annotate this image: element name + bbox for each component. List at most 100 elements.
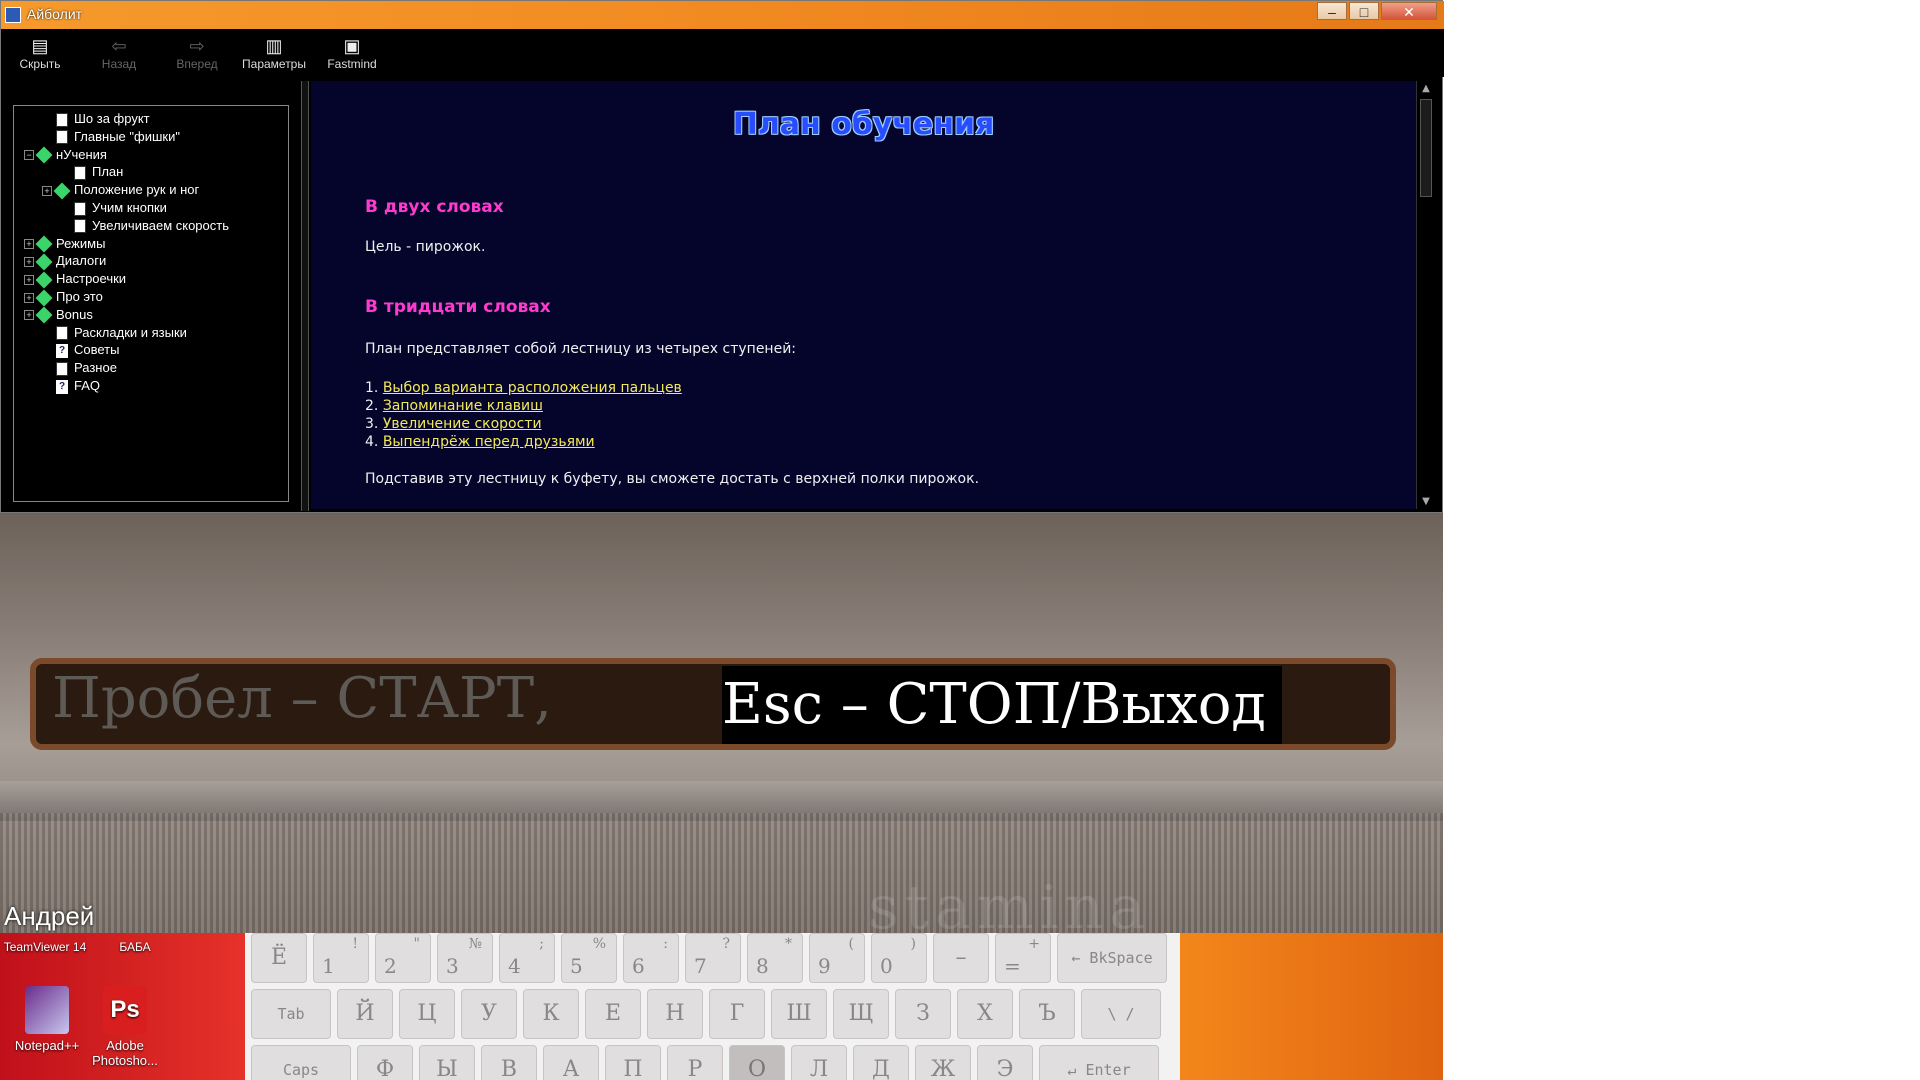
tree-item[interactable]: + Режимы (24, 235, 105, 253)
tree-item[interactable]: ? Советы (42, 341, 119, 359)
key[interactable]: Ъ (1019, 989, 1075, 1039)
step-link[interactable]: Запоминание клавиш (383, 398, 543, 414)
key[interactable]: 2 " (375, 933, 431, 983)
key[interactable]: Л (791, 1045, 847, 1080)
key[interactable]: Ж (915, 1045, 971, 1080)
key[interactable]: Н (647, 989, 703, 1039)
key[interactable]: ↵ Enter (1039, 1045, 1159, 1080)
tree-item[interactable]: + Положение рук и ног (42, 181, 199, 200)
key[interactable]: Х (957, 989, 1013, 1039)
expand-icon[interactable]: + (24, 274, 34, 285)
hide-label: Скрыть (19, 57, 61, 71)
key[interactable]: 5% (561, 933, 617, 983)
scroll-thumb[interactable] (1420, 99, 1432, 197)
tree-item[interactable]: + Диалоги (24, 252, 106, 271)
tree-item[interactable]: − нУчения (24, 146, 107, 164)
key[interactable]: Ц (399, 989, 455, 1039)
key-label: Х (977, 1001, 993, 1026)
key[interactable]: Ш (771, 989, 827, 1039)
toolbar: ▤ Скрыть ⇦ Назад ⇨ Вперед ▥ Параметры ▣ … (1, 29, 1444, 77)
expand-icon[interactable]: + (24, 256, 34, 267)
key[interactable]: Й (337, 989, 393, 1039)
key[interactable]: Ф (357, 1045, 413, 1080)
desktop-icon-teamviewer[interactable]: TeamViewer 14 (0, 940, 90, 954)
key[interactable]: 0) (871, 933, 927, 983)
key[interactable]: З (895, 989, 951, 1039)
collapse-icon[interactable]: − (24, 150, 34, 161)
hide-button[interactable]: ▤ Скрыть (5, 35, 75, 71)
step-link[interactable]: Выбор варианта расположения пальцев (383, 380, 682, 396)
key[interactable]: 7? (685, 933, 741, 983)
vertical-scrollbar[interactable]: ▲ ▼ (1416, 81, 1436, 509)
tree-item[interactable]: План (60, 163, 123, 181)
key[interactable]: Д (853, 1045, 909, 1080)
expand-icon[interactable]: + (24, 292, 34, 303)
key[interactable]: 4; (499, 933, 555, 983)
fastmind-button[interactable]: ▣ Fastmind (317, 35, 387, 71)
desktop-icon-baba[interactable]: БАБА (90, 940, 180, 954)
key[interactable]: Г (709, 989, 765, 1039)
expand-icon[interactable]: + (24, 239, 34, 250)
key[interactable]: Tab (251, 989, 331, 1039)
step-link[interactable]: Увеличение скорости (383, 416, 542, 432)
tree-item[interactable]: + Bonus (24, 306, 93, 324)
desktop-icon-notepad[interactable]: Notepad++ (2, 986, 92, 1053)
key[interactable]: П (605, 1045, 661, 1080)
tree-item[interactable]: Шо за фрукт (42, 110, 150, 128)
key[interactable]: Caps (251, 1045, 351, 1080)
key[interactable]: А (543, 1045, 599, 1080)
tree-item[interactable]: + Настроечки (24, 270, 126, 289)
tree-item-label: Увеличиваем скорость (92, 217, 229, 233)
key[interactable]: 8 * (747, 933, 803, 983)
desktop-icon-photoshop[interactable]: Ps Adobe Photosho... (80, 986, 170, 1068)
key[interactable]: К (523, 989, 579, 1039)
key[interactable]: У (461, 989, 517, 1039)
tree-item-label: Учим кнопки (92, 200, 167, 215)
key[interactable]: ← BkSpace (1057, 933, 1167, 983)
pane-splitter[interactable] (301, 81, 309, 511)
expand-icon[interactable]: + (42, 185, 52, 196)
tree-item[interactable]: Раскладки и языки (42, 324, 187, 342)
key[interactable]: О (729, 1045, 785, 1080)
key[interactable]: Э (977, 1045, 1033, 1080)
scroll-down-icon[interactable]: ▼ (1420, 496, 1432, 507)
tree-item[interactable]: ? FAQ (42, 377, 100, 395)
key[interactable]: 1! (313, 933, 369, 983)
options-button[interactable]: ▥ Параметры (239, 35, 309, 71)
user-name: Андрей (4, 901, 95, 931)
options-icon: ▥ (265, 36, 283, 56)
tree-item[interactable]: + Про это (24, 288, 103, 307)
scroll-up-icon[interactable]: ▲ (1420, 83, 1432, 94)
key[interactable]: Е (585, 989, 641, 1039)
key[interactable]: В (481, 1045, 537, 1080)
maximize-button[interactable]: □ (1349, 2, 1379, 20)
key[interactable]: Щ (833, 989, 889, 1039)
step-link[interactable]: Выпендрёж перед друзьями (383, 434, 595, 450)
back-button[interactable]: ⇦ Назад (84, 35, 154, 71)
key[interactable]: Ё (251, 933, 307, 983)
key[interactable]: Ы (419, 1045, 475, 1080)
title-bar[interactable]: Айболит – □ ✕ (1, 1, 1444, 29)
key-label: ↵ Enter (1067, 1061, 1131, 1079)
key[interactable]: 3 № (437, 933, 493, 983)
key[interactable]: = + (995, 933, 1051, 983)
tree-item[interactable]: Увеличиваем скорость (60, 217, 229, 235)
key[interactable]: Р (667, 1045, 723, 1080)
key[interactable]: \ / (1081, 989, 1161, 1039)
tree-item[interactable]: Учим кнопки (60, 199, 167, 217)
list-item: 1. Выбор варианта расположения пальцев (365, 379, 682, 397)
tree-item[interactable]: Разное (42, 359, 117, 377)
tree-item[interactable]: Главные "фишки" (42, 128, 180, 146)
forward-button[interactable]: ⇨ Вперед (162, 35, 232, 71)
key[interactable]: 6: (623, 933, 679, 983)
typing-trainer: stamina Пробел – СТАРТ, Esc – СТОП/Выход… (0, 513, 1443, 933)
key[interactable]: – (933, 933, 989, 983)
book-icon (53, 182, 71, 200)
key-label: Ф (375, 1057, 395, 1080)
minimize-button[interactable]: – (1317, 2, 1347, 20)
key[interactable]: 9( (809, 933, 865, 983)
tree-item-label: FAQ (74, 378, 101, 393)
close-button[interactable]: ✕ (1381, 2, 1437, 20)
contents-tree[interactable]: Шо за фрукт Главные "фишки" − нУчения План + П… (13, 105, 289, 502)
expand-icon[interactable]: + (24, 310, 34, 321)
